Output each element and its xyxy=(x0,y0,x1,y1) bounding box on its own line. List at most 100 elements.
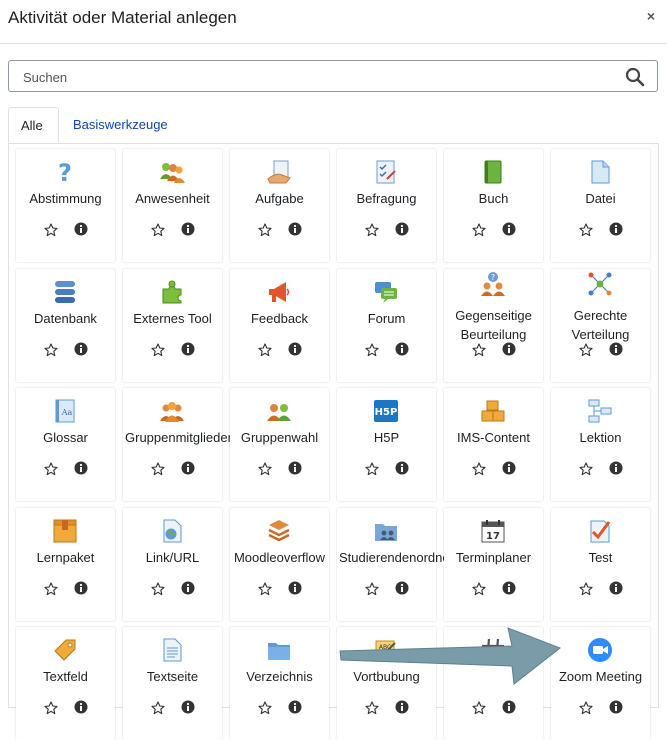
star-icon[interactable] xyxy=(579,582,593,596)
info-icon[interactable] xyxy=(502,700,516,714)
search-icon[interactable] xyxy=(625,67,645,87)
ratingallocate-icon xyxy=(587,271,613,297)
star-icon[interactable] xyxy=(365,223,379,237)
info-icon[interactable] xyxy=(288,581,302,595)
info-icon[interactable] xyxy=(288,700,302,714)
activity-card[interactable]: ? Gegenseitige Beurteilung xyxy=(444,269,543,382)
search-input[interactable] xyxy=(9,61,625,93)
star-icon[interactable] xyxy=(258,343,272,357)
star-icon[interactable] xyxy=(44,462,58,476)
star-icon[interactable] xyxy=(151,343,165,357)
info-icon[interactable] xyxy=(395,461,409,475)
activity-card[interactable]: Lernpaket xyxy=(16,508,115,621)
info-icon[interactable] xyxy=(181,342,195,356)
star-icon[interactable] xyxy=(151,462,165,476)
star-icon[interactable] xyxy=(151,223,165,237)
activity-card[interactable]: Aa Glossar xyxy=(16,388,115,501)
activity-card[interactable]: Link/URL xyxy=(123,508,222,621)
activity-card[interactable]: Datenbank xyxy=(16,269,115,382)
activity-card[interactable]: Test xyxy=(551,508,650,621)
activity-card[interactable]: Forum xyxy=(337,269,436,382)
activity-card[interactable]: 17 Terminplaner xyxy=(444,508,543,621)
activity-card[interactable]: Verzeichnis xyxy=(230,627,329,740)
star-icon[interactable] xyxy=(258,582,272,596)
activity-card[interactable]: Gruppenwahl xyxy=(230,388,329,501)
star-icon[interactable] xyxy=(44,701,58,715)
info-icon[interactable] xyxy=(181,222,195,236)
activity-card[interactable]: Aufgabe xyxy=(230,149,329,262)
star-icon[interactable] xyxy=(365,582,379,596)
info-icon[interactable] xyxy=(288,222,302,236)
star-icon[interactable] xyxy=(472,462,486,476)
info-icon[interactable] xyxy=(181,581,195,595)
star-icon[interactable] xyxy=(472,343,486,357)
activity-card[interactable]: Textfeld xyxy=(16,627,115,740)
activity-label: Terminplaner xyxy=(455,550,532,565)
star-icon[interactable] xyxy=(44,582,58,596)
info-icon[interactable] xyxy=(609,342,623,356)
info-icon[interactable] xyxy=(609,222,623,236)
star-icon[interactable] xyxy=(44,223,58,237)
star-icon[interactable] xyxy=(579,462,593,476)
info-icon[interactable] xyxy=(288,461,302,475)
star-icon[interactable] xyxy=(472,223,486,237)
info-icon[interactable] xyxy=(395,342,409,356)
star-icon[interactable] xyxy=(258,462,272,476)
info-icon[interactable] xyxy=(609,581,623,595)
activity-label: Verzeichnis xyxy=(246,669,313,684)
info-icon[interactable] xyxy=(181,461,195,475)
activity-card[interactable]: H5P H5P xyxy=(337,388,436,501)
activity-card[interactable]: Anwesenheit xyxy=(123,149,222,262)
info-icon[interactable] xyxy=(74,700,88,714)
activity-card[interactable]: IMS-Content xyxy=(444,388,543,501)
info-icon[interactable] xyxy=(288,342,302,356)
close-icon[interactable]: × xyxy=(647,8,655,24)
star-icon[interactable] xyxy=(472,701,486,715)
star-icon[interactable] xyxy=(472,582,486,596)
activity-card[interactable]: Feedback xyxy=(230,269,329,382)
activity-label: Moodleoverflow xyxy=(233,550,326,565)
info-icon[interactable] xyxy=(502,581,516,595)
info-icon[interactable] xyxy=(502,222,516,236)
star-icon[interactable] xyxy=(579,343,593,357)
star-icon[interactable] xyxy=(579,701,593,715)
star-icon[interactable] xyxy=(365,343,379,357)
info-icon[interactable] xyxy=(74,222,88,236)
info-icon[interactable] xyxy=(395,581,409,595)
activity-card[interactable]: Gerechte Verteilung xyxy=(551,269,650,382)
star-icon[interactable] xyxy=(365,701,379,715)
activity-card[interactable]: Befragung xyxy=(337,149,436,262)
star-icon[interactable] xyxy=(365,462,379,476)
info-icon[interactable] xyxy=(609,461,623,475)
activity-card[interactable]: Datei xyxy=(551,149,650,262)
activity-card[interactable] xyxy=(444,627,543,740)
info-icon[interactable] xyxy=(502,461,516,475)
tab-basic-tools[interactable]: Basiswerkzeuge xyxy=(61,107,180,143)
activity-card[interactable]: Zoom Meeting xyxy=(551,627,650,740)
activity-card[interactable]: ABC Vortbubung xyxy=(337,627,436,740)
activity-label: Befragung xyxy=(356,191,417,206)
info-icon[interactable] xyxy=(395,700,409,714)
star-icon[interactable] xyxy=(151,701,165,715)
activity-card[interactable]: Moodleoverflow xyxy=(230,508,329,621)
star-icon[interactable] xyxy=(44,343,58,357)
star-icon[interactable] xyxy=(258,701,272,715)
star-icon[interactable] xyxy=(579,223,593,237)
info-icon[interactable] xyxy=(609,700,623,714)
activity-card[interactable]: ? Abstimmung xyxy=(16,149,115,262)
tab-all[interactable]: Alle xyxy=(8,107,59,143)
info-icon[interactable] xyxy=(181,700,195,714)
info-icon[interactable] xyxy=(74,581,88,595)
info-icon[interactable] xyxy=(74,342,88,356)
activity-card[interactable]: Lektion xyxy=(551,388,650,501)
activity-card[interactable]: Gruppenmitglieder xyxy=(123,388,232,501)
activity-card[interactable]: Studierendenordner xyxy=(337,508,454,621)
activity-card[interactable]: Buch xyxy=(444,149,543,262)
info-icon[interactable] xyxy=(74,461,88,475)
star-icon[interactable] xyxy=(258,223,272,237)
star-icon[interactable] xyxy=(151,582,165,596)
info-icon[interactable] xyxy=(502,342,516,356)
activity-card[interactable]: Textseite xyxy=(123,627,222,740)
activity-card[interactable]: Externes Tool xyxy=(123,269,222,382)
info-icon[interactable] xyxy=(395,222,409,236)
